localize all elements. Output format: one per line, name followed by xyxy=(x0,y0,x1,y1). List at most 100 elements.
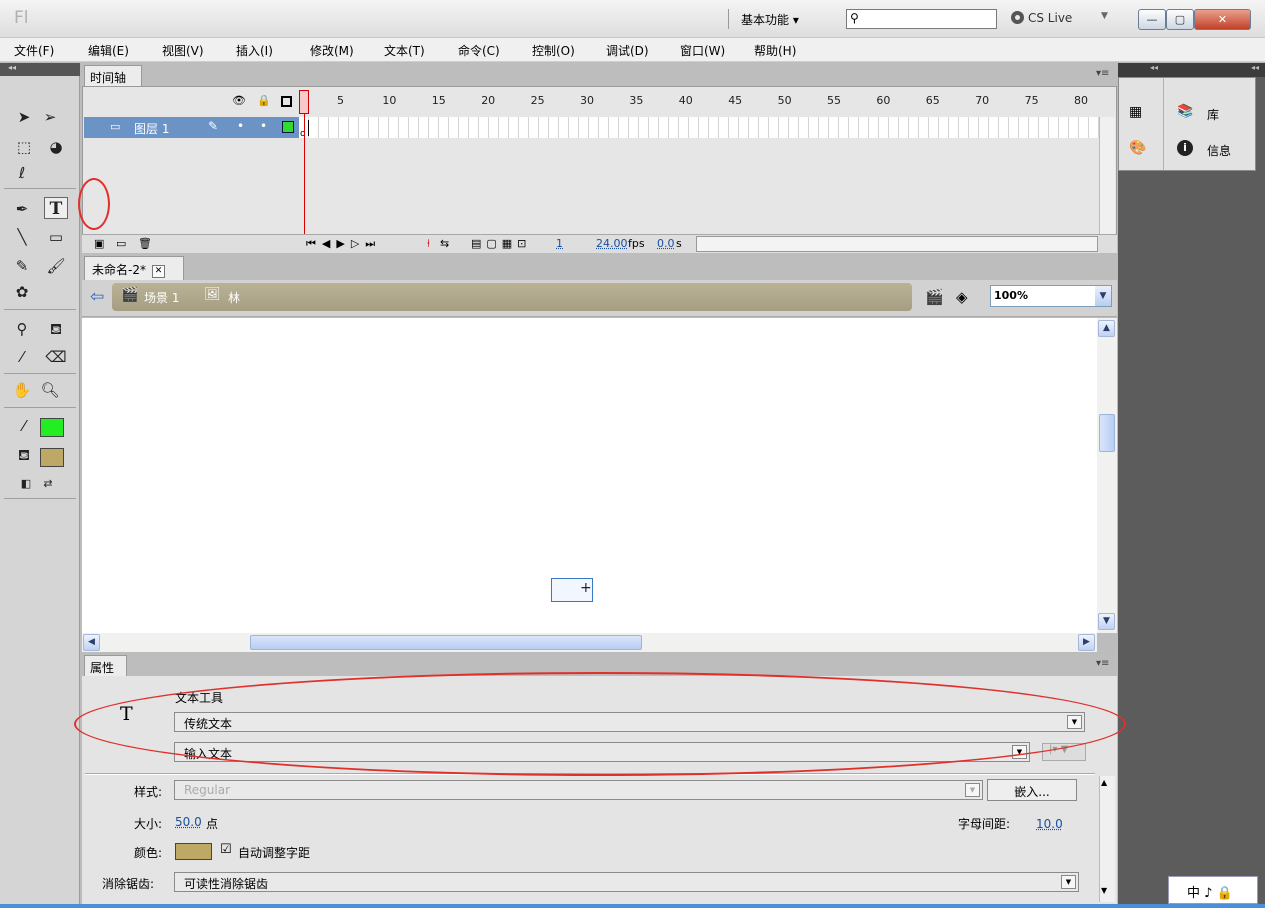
cs-live-button[interactable]: CS Live xyxy=(1011,11,1072,25)
stroke-color-swatch[interactable] xyxy=(40,418,64,437)
brush-tool-icon[interactable]: 🖌 xyxy=(44,255,68,277)
free-transform-tool-icon[interactable]: ⬚ xyxy=(12,136,36,158)
black-white-icon[interactable]: ◧ xyxy=(14,473,38,495)
horizontal-scroll-thumb[interactable] xyxy=(250,635,642,650)
pen-tool-icon[interactable]: ✒ xyxy=(10,198,34,220)
outline-all-icon[interactable] xyxy=(281,96,292,107)
stage-vertical-scrollbar[interactable]: ▲ ▼ xyxy=(1097,318,1117,633)
lock-all-icon[interactable]: 🔒 xyxy=(257,94,271,107)
new-folder-icon[interactable]: ▭ xyxy=(116,237,126,250)
scroll-down-icon[interactable]: ▼ xyxy=(1101,886,1107,895)
zoom-select[interactable]: 100% ▼ xyxy=(990,285,1112,307)
frames-row[interactable] xyxy=(299,117,1099,138)
menu-commands[interactable]: 命令(C) xyxy=(458,42,500,59)
back-arrow-icon[interactable]: ⇦ xyxy=(90,287,104,307)
embed-button[interactable]: 嵌入... xyxy=(987,779,1077,801)
cs-live-dropdown-icon[interactable]: ▼ xyxy=(1101,11,1108,21)
menu-control[interactable]: 控制(O) xyxy=(532,42,575,59)
letter-spacing-value[interactable]: 10.0 xyxy=(1036,817,1063,831)
close-button[interactable]: ✕ xyxy=(1194,9,1251,30)
menu-modify[interactable]: 修改(M) xyxy=(310,42,354,59)
text-tool-icon[interactable]: T xyxy=(44,197,68,219)
style-select[interactable]: Regular ▼ xyxy=(174,780,983,800)
zoom-tool-icon[interactable]: 🔍︎ xyxy=(38,379,62,401)
eyedropper-tool-icon[interactable]: ⁄ xyxy=(10,346,34,368)
edit-scene-icon[interactable]: 🎬 xyxy=(925,288,944,306)
scroll-up-icon[interactable]: ▲ xyxy=(1101,778,1107,787)
scroll-left-icon[interactable]: ◀ xyxy=(83,634,100,651)
frame-ruler[interactable]: 5 10 15 20 25 30 35 40 45 50 55 60 65 70 75 80 xyxy=(299,90,1099,117)
minimize-button[interactable]: — xyxy=(1138,9,1166,30)
scroll-down-icon[interactable]: ▼ xyxy=(1098,613,1115,630)
swap-colors-icon[interactable]: ⇄ xyxy=(36,473,60,495)
edit-symbols-icon[interactable]: ◈ xyxy=(956,288,968,306)
timeline-horizontal-scrollbar[interactable] xyxy=(696,236,1098,252)
playback-controls-icon[interactable]: ⏮◀▶▷⏭ xyxy=(306,237,381,251)
layer-outline-color[interactable] xyxy=(282,121,294,133)
size-value[interactable]: 50.0 xyxy=(175,815,202,829)
stage-horizontal-scrollbar[interactable]: ◀ ▶ xyxy=(82,633,1097,652)
selection-tool-icon[interactable]: ➤ xyxy=(12,106,36,128)
lasso-tool-icon[interactable]: ℓ xyxy=(10,162,34,184)
onion-skin-icons[interactable]: ▤▢▦⊡ xyxy=(471,237,531,250)
info-icon[interactable]: i xyxy=(1177,140,1193,156)
menu-insert[interactable]: 插入(I) xyxy=(236,42,273,59)
right-panel-collapse-bar[interactable]: ◂◂ ◂◂ xyxy=(1118,63,1265,77)
layer-row[interactable]: ▭ 图层 1 ✎ • • xyxy=(84,117,299,138)
menu-help[interactable]: 帮助(H) xyxy=(754,42,796,59)
paint-bucket-tool-icon[interactable]: ⛾ xyxy=(44,318,68,340)
layer-name[interactable]: 图层 1 xyxy=(134,120,169,137)
scroll-up-icon[interactable]: ▲ xyxy=(1098,320,1115,337)
visibility-dot[interactable]: • xyxy=(237,119,244,133)
color-panel-icon[interactable]: 🎨 xyxy=(1129,140,1146,156)
eraser-tool-icon[interactable]: ⌫ xyxy=(44,346,68,368)
align-panel-icon[interactable]: ▦ xyxy=(1129,104,1142,120)
chevron-down-icon[interactable]: ▼ xyxy=(965,783,980,797)
text-color-swatch[interactable] xyxy=(175,843,212,860)
properties-tab[interactable]: 属性 xyxy=(84,655,127,676)
menu-debug[interactable]: 调试(D) xyxy=(606,42,649,59)
workspace-switcher[interactable]: 基本功能 ▾ xyxy=(741,11,799,28)
lock-dot[interactable]: • xyxy=(260,119,267,133)
current-frame[interactable]: 1 xyxy=(556,237,563,250)
loop-icon[interactable]: ⇆ xyxy=(440,237,449,250)
help-search-input[interactable]: ⚲ xyxy=(846,9,997,29)
chevron-down-icon[interactable]: ▼ xyxy=(1061,875,1076,889)
close-document-icon[interactable]: ✕ xyxy=(151,265,165,278)
menu-file[interactable]: 文件(F) xyxy=(14,42,54,59)
chevron-down-icon[interactable]: ▼ xyxy=(1095,286,1111,306)
panel-menu-icon[interactable]: ▾≡ xyxy=(1096,68,1109,79)
auto-kern-checkbox[interactable]: ☑ xyxy=(220,842,232,857)
menu-window[interactable]: 窗口(W) xyxy=(680,42,725,59)
library-icon[interactable]: 📚 xyxy=(1177,104,1193,119)
properties-scrollbar[interactable]: ▲ ▼ xyxy=(1099,776,1115,902)
panel-menu-icon[interactable]: ▾≡ xyxy=(1096,658,1109,669)
hand-tool-icon[interactable]: ✋ xyxy=(10,379,34,401)
menu-edit[interactable]: 编辑(E) xyxy=(88,42,129,59)
timeline-vertical-scrollbar[interactable] xyxy=(1099,117,1115,235)
menu-view[interactable]: 视图(V) xyxy=(162,42,204,59)
rectangle-tool-icon[interactable]: ▭ xyxy=(44,226,68,248)
delete-layer-icon[interactable]: 🗑 xyxy=(138,237,152,250)
vertical-scroll-thumb[interactable] xyxy=(1099,414,1115,452)
maximize-button[interactable]: ▢ xyxy=(1166,9,1194,30)
center-frame-icon[interactable]: ⍿ xyxy=(427,237,430,251)
scroll-right-icon[interactable]: ▶ xyxy=(1078,634,1095,651)
subselection-tool-icon[interactable]: ➢ xyxy=(38,106,62,128)
new-layer-icon[interactable]: ▣ xyxy=(94,237,104,250)
library-panel-label[interactable]: 库 xyxy=(1207,106,1219,123)
pencil-tool-icon[interactable]: ✎ xyxy=(10,255,34,277)
ime-status-bar[interactable]: 中 ♪ 🔒 xyxy=(1168,876,1258,904)
fill-color-swatch[interactable] xyxy=(40,448,64,467)
3d-rotation-tool-icon[interactable]: ◕ xyxy=(44,136,68,158)
info-panel-label[interactable]: 信息 xyxy=(1207,142,1231,159)
tools-collapse-bar[interactable]: ◂◂ xyxy=(0,63,80,76)
playhead[interactable] xyxy=(299,90,309,114)
menu-text[interactable]: 文本(T) xyxy=(384,42,425,59)
breadcrumb-scene[interactable]: 场景 1 xyxy=(144,289,179,306)
show-hide-all-icon[interactable]: 👁 xyxy=(232,94,246,107)
antialias-select[interactable]: 可读性消除锯齿 ▼ xyxy=(174,872,1079,892)
breadcrumb-symbol[interactable]: 林 xyxy=(228,289,240,306)
document-tab[interactable]: 未命名-2* ✕ xyxy=(84,256,184,280)
frame-rate[interactable]: 24.00 xyxy=(596,237,628,250)
